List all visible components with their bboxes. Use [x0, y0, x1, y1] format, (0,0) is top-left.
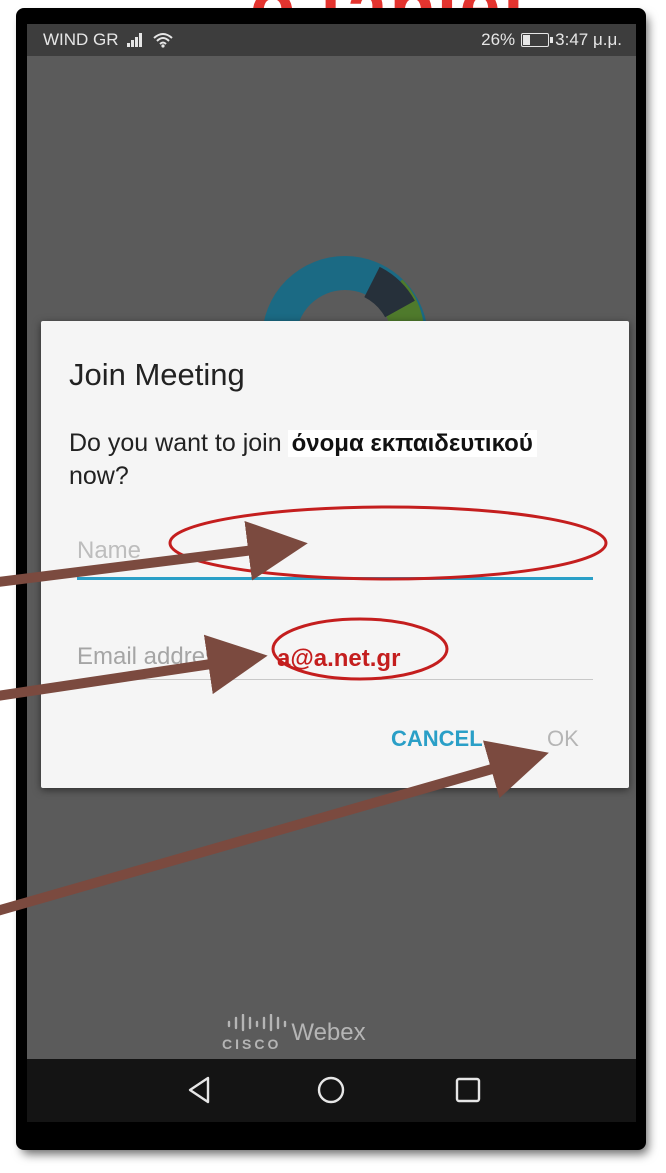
- email-highlight-oval: [271, 617, 449, 681]
- annotation-overlay: [0, 505, 608, 916]
- name-highlight-oval: [168, 505, 608, 581]
- name-arrow: [0, 520, 308, 587]
- email-arrow: [0, 634, 268, 701]
- ok-arrow: [0, 740, 549, 916]
